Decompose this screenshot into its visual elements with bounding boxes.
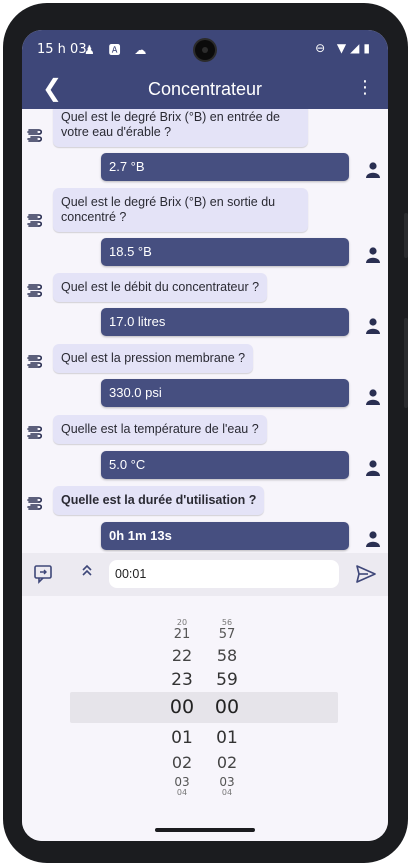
bot-icon <box>27 426 43 439</box>
bot-icon <box>27 497 43 510</box>
user-answer-bubble: 0h 1m 13s <box>101 522 349 550</box>
hour-option[interactable]: 23 <box>162 670 202 690</box>
user-icon <box>366 531 380 547</box>
status-time: 15 h 03 <box>37 42 87 57</box>
bot-question-bubble: Quelle est la température de l'eau ? <box>53 415 267 444</box>
picker-selection-band <box>70 692 338 723</box>
minute-option[interactable]: 04 <box>207 788 247 797</box>
user-answer-bubble: 330.0 psi <box>101 379 349 407</box>
hour-option[interactable]: 21 <box>162 627 202 642</box>
minute-option[interactable]: 56 <box>207 618 247 627</box>
page-title: Concentrateur <box>147 79 263 99</box>
user-icon <box>366 318 380 334</box>
navigation-bar <box>22 822 388 841</box>
minute-option[interactable]: 58 <box>207 646 247 665</box>
user-icon <box>366 460 380 476</box>
hour-option[interactable]: 02 <box>162 753 202 772</box>
user-icon <box>366 247 380 263</box>
send-icon[interactable] <box>356 565 376 583</box>
user-answer-bubble: 5.0 °C <box>101 451 349 479</box>
minute-option[interactable]: 01 <box>207 728 247 748</box>
minute-option-selected[interactable]: 00 <box>207 696 247 718</box>
minute-option[interactable]: 59 <box>207 670 247 690</box>
bot-icon <box>27 284 43 297</box>
chat-conversation[interactable]: Quel est le degré Brix (°B) en entrée de… <box>22 109 388 553</box>
user-icon <box>366 389 380 405</box>
phone-frame: 15 h 03 ♟ 🅰 ☁ ⊖ ▼◢▮ ❮ Concentrateur ⋮ Qu… <box>3 3 408 863</box>
overflow-menu-icon[interactable]: ⋮ <box>356 77 374 98</box>
volume-button <box>404 213 408 258</box>
bot-icon <box>27 214 43 227</box>
bot-question-bubble: Quel est le degré Brix (°B) en entrée de… <box>53 109 308 147</box>
chat-switch-icon[interactable] <box>33 564 53 584</box>
power-button <box>404 318 408 408</box>
user-answer-bubble: 18.5 °B <box>101 238 349 266</box>
system-status-icons: ⊖ ▼◢▮ <box>315 41 374 55</box>
expand-chevron-icon[interactable] <box>80 562 94 581</box>
hour-option[interactable]: 01 <box>162 728 202 748</box>
hour-option[interactable]: 04 <box>162 788 202 797</box>
status-bar: 15 h 03 ♟ 🅰 ☁ ⊖ ▼◢▮ <box>22 30 388 70</box>
minute-option[interactable]: 03 <box>207 775 247 789</box>
bot-icon <box>27 355 43 368</box>
camera-cutout <box>195 40 215 60</box>
user-answer-bubble: 17.0 litres <box>101 308 349 336</box>
bot-question-bubble: Quel est le degré Brix (°B) en sortie du… <box>53 188 308 232</box>
hour-option[interactable]: 20 <box>162 618 202 627</box>
user-icon <box>366 162 380 178</box>
input-bar: 00:01 <box>22 553 388 596</box>
bot-question-bubble-active: Quelle est la durée d'utilisation ? <box>53 486 265 515</box>
time-input[interactable]: 00:01 <box>109 560 339 588</box>
time-picker: 20 21 22 23 00 01 02 03 04 56 57 58 59 0… <box>22 596 388 822</box>
hour-option[interactable]: 22 <box>162 646 202 665</box>
user-answer-bubble: 2.7 °B <box>101 153 349 181</box>
minute-wheel[interactable]: 56 57 58 59 00 01 02 03 04 <box>207 596 247 822</box>
minute-option[interactable]: 57 <box>207 627 247 642</box>
minute-option[interactable]: 02 <box>207 753 247 772</box>
bot-icon <box>27 129 43 142</box>
hour-option[interactable]: 03 <box>162 775 202 789</box>
hour-wheel[interactable]: 20 21 22 23 00 01 02 03 04 <box>162 596 202 822</box>
hour-option-selected[interactable]: 00 <box>162 696 202 718</box>
screen: 15 h 03 ♟ 🅰 ☁ ⊖ ▼◢▮ ❮ Concentrateur ⋮ Qu… <box>22 30 388 841</box>
bot-question-bubble: Quel est la pression membrane ? <box>53 344 254 373</box>
notification-icons: ♟ 🅰 ☁ <box>84 43 152 57</box>
bot-question-bubble: Quel est le débit du concentrateur ? <box>53 273 268 302</box>
app-bar: ❮ Concentrateur ⋮ <box>22 70 388 109</box>
home-gesture-handle[interactable] <box>155 828 255 832</box>
